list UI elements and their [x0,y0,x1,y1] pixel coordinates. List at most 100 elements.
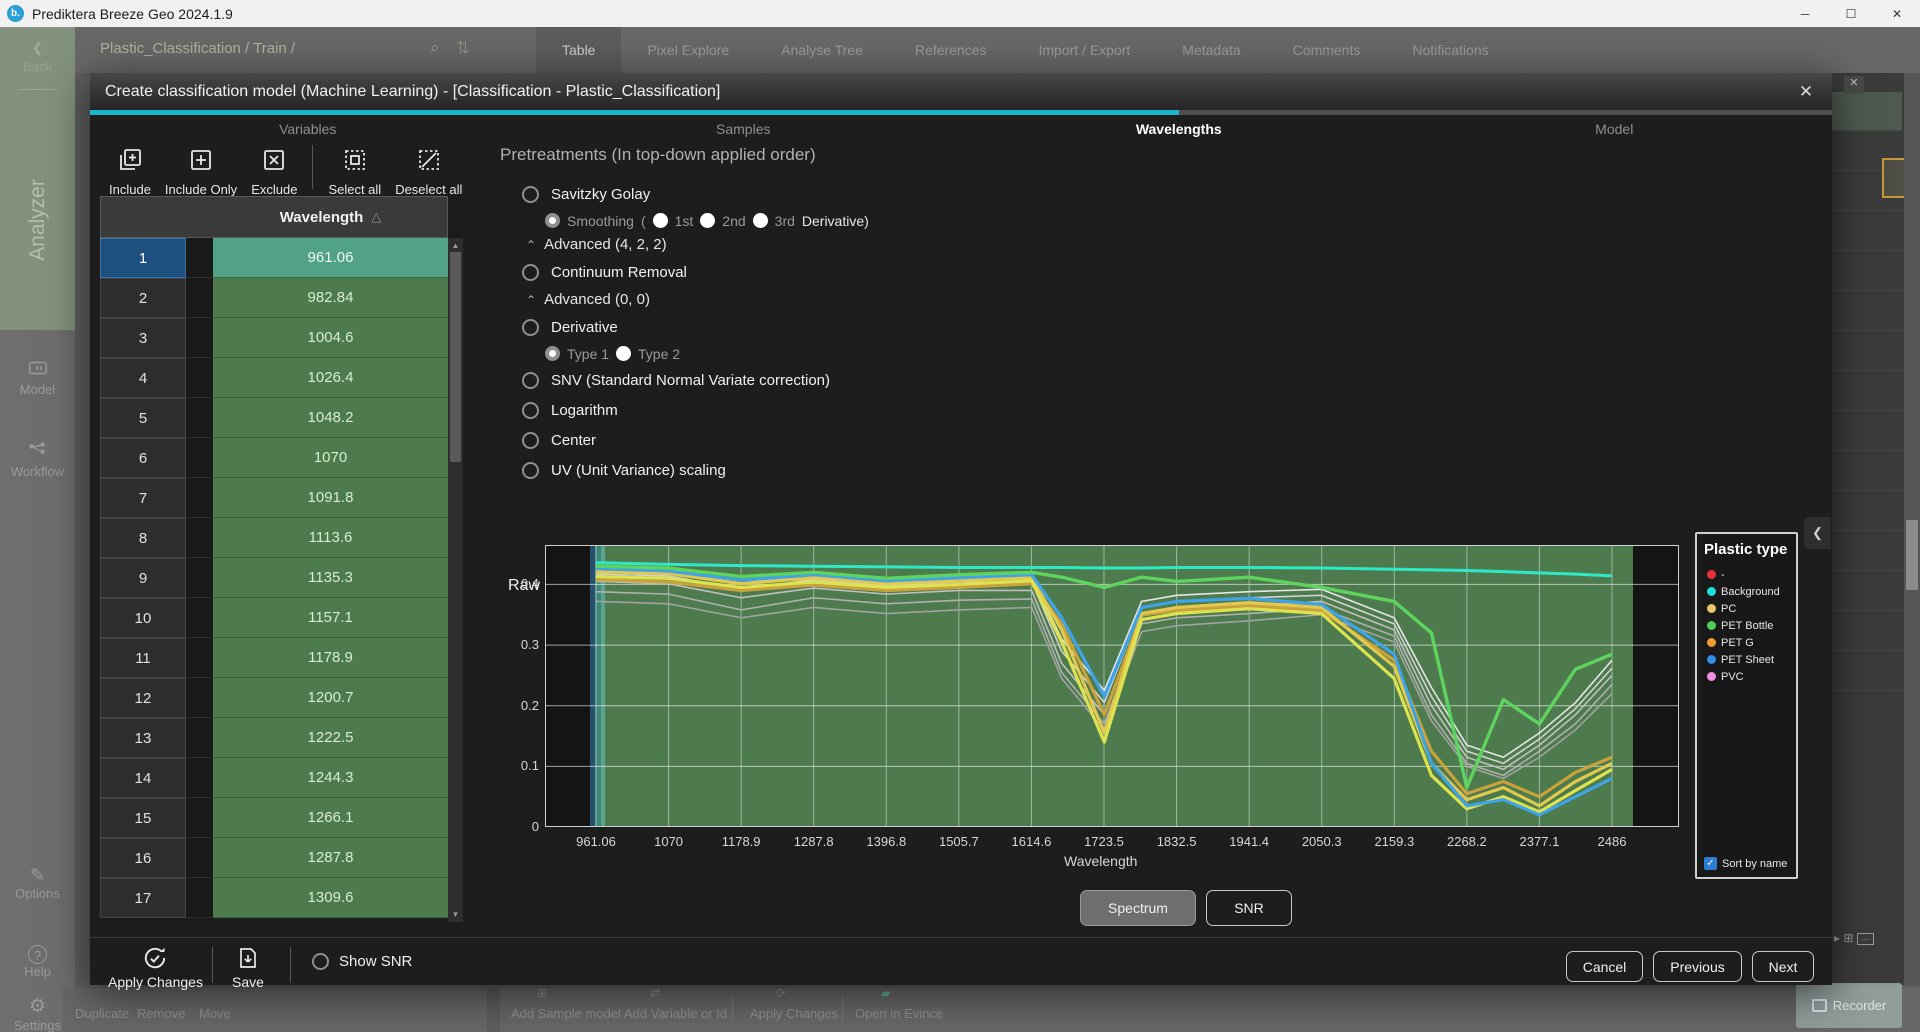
tab-comments[interactable]: Comments [1267,27,1387,73]
spectrum-button[interactable]: Spectrum [1080,890,1196,926]
table-row[interactable]: 11 1178.9 [100,638,448,678]
show-snr-radio[interactable]: Show SNR [312,953,412,970]
advanced-toggle[interactable]: ⌃Advanced (0, 0) [500,287,1260,312]
cancel-button[interactable]: Cancel [1566,951,1643,982]
table-row[interactable]: 5 1048.2 [100,398,448,438]
previous-button[interactable]: Previous [1653,951,1742,982]
table-row[interactable]: 2 982.84 [100,278,448,318]
legend-item-background[interactable]: Background [1697,583,1796,600]
tab-references[interactable]: References [889,27,1013,73]
tab-pixel-explore[interactable]: Pixel Explore [621,27,755,73]
chevron-up-icon[interactable]: ⌃ [526,238,536,252]
row-number[interactable]: 10 [100,598,186,638]
wavelength-value[interactable]: 1309.6 [213,878,448,918]
wavelength-value[interactable]: 1004.6 [213,318,448,358]
wavelength-value[interactable]: 1070 [213,438,448,478]
wavelength-value[interactable]: 1244.3 [213,758,448,798]
sidebar-item-model[interactable]: Model [0,357,75,397]
table-row[interactable]: 31004.6 [100,318,448,358]
row-number[interactable]: 2 [100,278,186,318]
advanced-toggle[interactable]: ⌃Advanced (4, 2, 2) [500,232,1260,257]
deselect-all-button[interactable]: Deselect all [388,141,469,203]
back-icon[interactable]: ❮ [0,40,75,56]
table-row[interactable]: 91135.3 [100,558,448,598]
row-number[interactable]: 16 [100,838,186,878]
radio-icon[interactable] [522,319,539,336]
wavelength-value[interactable]: 982.84 [213,278,448,318]
table-row[interactable]: 121200.7 [100,678,448,718]
radio-icon[interactable] [753,213,768,228]
table-row[interactable]: 1 961.06 [100,238,448,278]
sidebar-item-analyzer[interactable]: Analyzer [0,127,75,312]
radio-icon[interactable] [522,402,539,419]
wavelength-value[interactable]: 1178.9 [213,638,448,678]
legend-item-pet-sheet[interactable]: PET Sheet [1697,651,1796,668]
wavelength-value[interactable]: 961.06 [213,238,448,278]
row-number[interactable]: 5 [100,398,186,438]
radio-selected-icon[interactable] [545,213,560,228]
wavelength-value[interactable]: 1157.1 [213,598,448,638]
playback-icons[interactable]: ▸ ⊞ ⋯ [1834,931,1874,945]
pretreatment-savitzky-golay[interactable]: Savitzky Golay [500,179,1260,209]
tab-table[interactable]: Table [536,27,621,73]
sidebar-item-workflow[interactable]: Workflow [0,439,75,479]
app-scrollbar[interactable] [1904,73,1920,985]
pretreatment-logarithm[interactable]: Logarithm [500,395,1260,425]
wavelength-value[interactable]: 1026.4 [213,358,448,398]
select-all-button[interactable]: Select all [321,141,388,203]
table-scrollbar[interactable]: ▲ ▼ [448,238,463,922]
pretreatment-uv-unit-variance-scaling[interactable]: UV (Unit Variance) scaling [500,455,1260,485]
recorder-button[interactable]: Recorder [1796,983,1902,1028]
sidebar-item-options[interactable]: ✎Options [0,865,75,901]
show-snr-radio-circle[interactable] [312,953,329,970]
bottom-action-remove[interactable]: Remove [137,1006,185,1021]
legend-item-pet-g[interactable]: PET G [1697,634,1796,651]
table-row[interactable]: 161287.8 [100,838,448,878]
row-number[interactable]: 1 [100,238,186,278]
sort-by-name-checkbox[interactable]: ✓ Sort by name [1704,857,1787,870]
apply-changes-button[interactable]: Apply Changes [108,945,203,990]
row-number[interactable]: 4 [100,358,186,398]
scroll-up-icon[interactable]: ▲ [448,241,463,250]
wizard-step-model[interactable]: Model [1397,115,1833,141]
tab-metadata[interactable]: Metadata [1156,27,1266,73]
bottom-action-duplicate[interactable]: Duplicate [75,1006,129,1021]
bottom-action-open-in-evince[interactable]: Open in Evince [855,1006,943,1021]
radio-icon[interactable] [522,462,539,479]
row-number[interactable]: 13 [100,718,186,758]
maximize-button[interactable]: ☐ [1828,0,1874,27]
include-only-button[interactable]: Include Only [158,141,244,203]
radio-icon[interactable] [522,432,539,449]
next-button[interactable]: Next [1752,951,1814,982]
wavelength-value[interactable]: 1113.6 [213,518,448,558]
row-number[interactable]: 9 [100,558,186,598]
minimize-button[interactable]: ─ [1782,0,1828,27]
bottom-action-add-variable-or-id[interactable]: Add Variable or Id [624,1006,727,1021]
search-icon[interactable]: ⌕ ⇅ [430,38,476,58]
tab-analyse-tree[interactable]: Analyse Tree [755,27,889,73]
legend-item-pc[interactable]: PC [1697,600,1796,617]
breadcrumb[interactable]: Plastic_Classification / Train / [100,40,295,57]
panel-close-icon[interactable]: ✕ [1844,76,1864,94]
bottom-action-move[interactable]: Move [199,1006,231,1021]
legend-item-pvc[interactable]: PVC [1697,668,1796,685]
row-number[interactable]: 7 [100,478,186,518]
table-row[interactable]: 10 1157.1 [100,598,448,638]
table-row[interactable]: 13 1222.5 [100,718,448,758]
wavelength-value[interactable]: 1222.5 [213,718,448,758]
wavelength-value[interactable]: 1048.2 [213,398,448,438]
wizard-step-samples[interactable]: Samples [526,115,962,141]
pretreatment-sub-options[interactable]: Smoothing(1st2nd3rdDerivative) [500,209,1260,232]
row-number[interactable]: 12 [100,678,186,718]
row-number[interactable]: 6 [100,438,186,478]
wavelength-value[interactable]: 1266.1 [213,798,448,838]
row-number[interactable]: 15 [100,798,186,838]
table-row[interactable]: 81113.6 [100,518,448,558]
table-row[interactable]: 4 1026.4 [100,358,448,398]
tab-notifications[interactable]: Notifications [1386,27,1514,73]
bottom-action-add-sample-model[interactable]: Add Sample model [511,1006,621,1021]
row-number[interactable]: 11 [100,638,186,678]
exclude-button[interactable]: Exclude [244,141,304,203]
save-button[interactable]: Save [232,945,264,990]
include-button[interactable]: Include [102,141,158,203]
